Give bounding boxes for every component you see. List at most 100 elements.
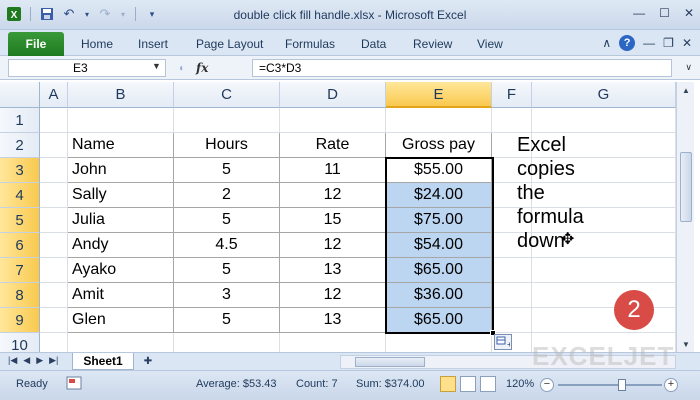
header-cell-gross-pay[interactable]: Gross pay xyxy=(386,133,492,158)
row-header-9[interactable]: 9 xyxy=(0,308,40,333)
cell-hours[interactable]: 5 xyxy=(174,308,280,333)
cell-name[interactable]: Julia xyxy=(68,208,174,233)
empty-cell[interactable] xyxy=(40,233,68,258)
last-sheet-icon[interactable]: ▶| xyxy=(49,355,58,366)
empty-cell[interactable] xyxy=(492,108,532,133)
cell-gross-pay[interactable]: $54.00 xyxy=(386,233,492,258)
name-box[interactable]: E3 xyxy=(8,59,166,77)
header-cell-rate[interactable]: Rate xyxy=(280,133,386,158)
row-header-6[interactable]: 6 xyxy=(0,233,40,258)
row-header-4[interactable]: 4 xyxy=(0,183,40,208)
page-layout-view-icon[interactable] xyxy=(460,376,476,392)
cell-rate[interactable]: 12 xyxy=(280,233,386,258)
horizontal-scroll-thumb[interactable] xyxy=(355,357,425,367)
row-header-3[interactable]: 3 xyxy=(0,158,40,183)
row-header-7[interactable]: 7 xyxy=(0,258,40,283)
empty-cell[interactable] xyxy=(492,308,532,333)
tab-page-layout[interactable]: Page Layout xyxy=(196,37,263,51)
workbook-restore-icon[interactable]: ❐ xyxy=(663,36,674,50)
cell-hours[interactable]: 5 xyxy=(174,208,280,233)
header-cell-hours[interactable]: Hours xyxy=(174,133,280,158)
cell-name[interactable]: Amit xyxy=(68,283,174,308)
empty-cell[interactable] xyxy=(532,258,676,283)
tab-file[interactable]: File xyxy=(8,32,64,56)
close-icon[interactable]: ✕ xyxy=(684,6,694,20)
column-header-f[interactable]: F xyxy=(492,82,532,108)
tab-review[interactable]: Review xyxy=(413,37,452,51)
row-header-2[interactable]: 2 xyxy=(0,133,40,158)
workbook-minimize-icon[interactable]: — xyxy=(643,36,655,50)
cell-rate[interactable]: 13 xyxy=(280,308,386,333)
empty-cell[interactable] xyxy=(280,108,386,133)
zoom-slider[interactable]: − + xyxy=(540,376,690,394)
next-sheet-icon[interactable]: ▶ xyxy=(36,355,43,366)
empty-cell[interactable] xyxy=(532,108,676,133)
empty-cell[interactable] xyxy=(492,283,532,308)
cell-hours[interactable]: 5 xyxy=(174,258,280,283)
column-header-g[interactable]: G xyxy=(532,82,676,108)
zoom-slider-knob[interactable] xyxy=(618,379,627,391)
zoom-track[interactable] xyxy=(558,384,662,386)
column-header-c[interactable]: C xyxy=(174,82,280,108)
empty-cell[interactable] xyxy=(386,108,492,133)
vertical-scrollbar[interactable]: ▲ ▼ xyxy=(676,82,694,352)
row-header-8[interactable]: 8 xyxy=(0,283,40,308)
column-header-d[interactable]: D xyxy=(280,82,386,108)
zoom-level[interactable]: 120% xyxy=(506,378,534,390)
first-sheet-icon[interactable]: |◀ xyxy=(8,355,17,366)
name-box-dropdown-icon[interactable]: ▼ xyxy=(152,61,161,71)
zoom-out-icon[interactable]: − xyxy=(540,378,554,392)
macro-record-icon[interactable] xyxy=(66,376,82,393)
header-cell-name[interactable]: Name xyxy=(68,133,174,158)
empty-cell[interactable] xyxy=(532,308,676,333)
column-header-e[interactable]: E xyxy=(386,82,492,108)
empty-cell[interactable] xyxy=(40,258,68,283)
row-header-5[interactable]: 5 xyxy=(0,208,40,233)
formula-input[interactable]: =C3*D3 xyxy=(252,59,672,77)
empty-cell[interactable] xyxy=(40,208,68,233)
cell-hours[interactable]: 5 xyxy=(174,158,280,183)
insert-sheet-icon[interactable]: ✚ xyxy=(140,355,156,368)
column-header-a[interactable]: A xyxy=(40,82,68,108)
cell-name[interactable]: Glen xyxy=(68,308,174,333)
tab-home[interactable]: Home xyxy=(81,37,113,51)
tab-insert[interactable]: Insert xyxy=(138,37,168,51)
tab-view[interactable]: View xyxy=(477,37,503,51)
cell-rate[interactable]: 15 xyxy=(280,208,386,233)
cell-rate[interactable]: 12 xyxy=(280,183,386,208)
cell-hours[interactable]: 2 xyxy=(174,183,280,208)
cell-gross-pay-active[interactable]: $55.00 xyxy=(386,158,492,183)
empty-cell[interactable] xyxy=(40,108,68,133)
cell-rate[interactable]: 11 xyxy=(280,158,386,183)
empty-cell[interactable] xyxy=(40,283,68,308)
empty-cell[interactable] xyxy=(40,308,68,333)
insert-function-icon[interactable]: fx xyxy=(196,61,208,75)
empty-cell[interactable] xyxy=(174,108,280,133)
tab-data[interactable]: Data xyxy=(361,37,386,51)
cell-hours[interactable]: 4.5 xyxy=(174,233,280,258)
empty-cell[interactable] xyxy=(40,133,68,158)
empty-cell[interactable] xyxy=(68,108,174,133)
empty-cell[interactable] xyxy=(492,258,532,283)
cell-gross-pay[interactable]: $65.00 xyxy=(386,258,492,283)
normal-view-icon[interactable] xyxy=(440,376,456,392)
select-all-corner[interactable] xyxy=(0,82,40,108)
cell-rate[interactable]: 13 xyxy=(280,258,386,283)
minimize-ribbon-icon[interactable]: ∧ xyxy=(602,36,611,50)
cell-gross-pay[interactable]: $24.00 xyxy=(386,183,492,208)
cell-gross-pay[interactable]: $65.00 xyxy=(386,308,492,333)
expand-formula-bar-icon[interactable]: ∨ xyxy=(685,62,692,73)
scroll-down-icon[interactable]: ▼ xyxy=(677,336,695,352)
vertical-scroll-thumb[interactable] xyxy=(680,152,692,222)
cell-name[interactable]: Ayako xyxy=(68,258,174,283)
zoom-in-icon[interactable]: + xyxy=(664,378,678,392)
scroll-up-icon[interactable]: ▲ xyxy=(677,82,695,98)
cell-name[interactable]: Andy xyxy=(68,233,174,258)
workbook-close-icon[interactable]: ✕ xyxy=(682,36,692,50)
formula-bar-splitter-icon[interactable]: ◖ xyxy=(178,63,184,74)
cell-gross-pay[interactable]: $75.00 xyxy=(386,208,492,233)
row-header-1[interactable]: 1 xyxy=(0,108,40,133)
tab-formulas[interactable]: Formulas xyxy=(285,37,335,51)
empty-cell[interactable] xyxy=(40,158,68,183)
cell-rate[interactable]: 12 xyxy=(280,283,386,308)
